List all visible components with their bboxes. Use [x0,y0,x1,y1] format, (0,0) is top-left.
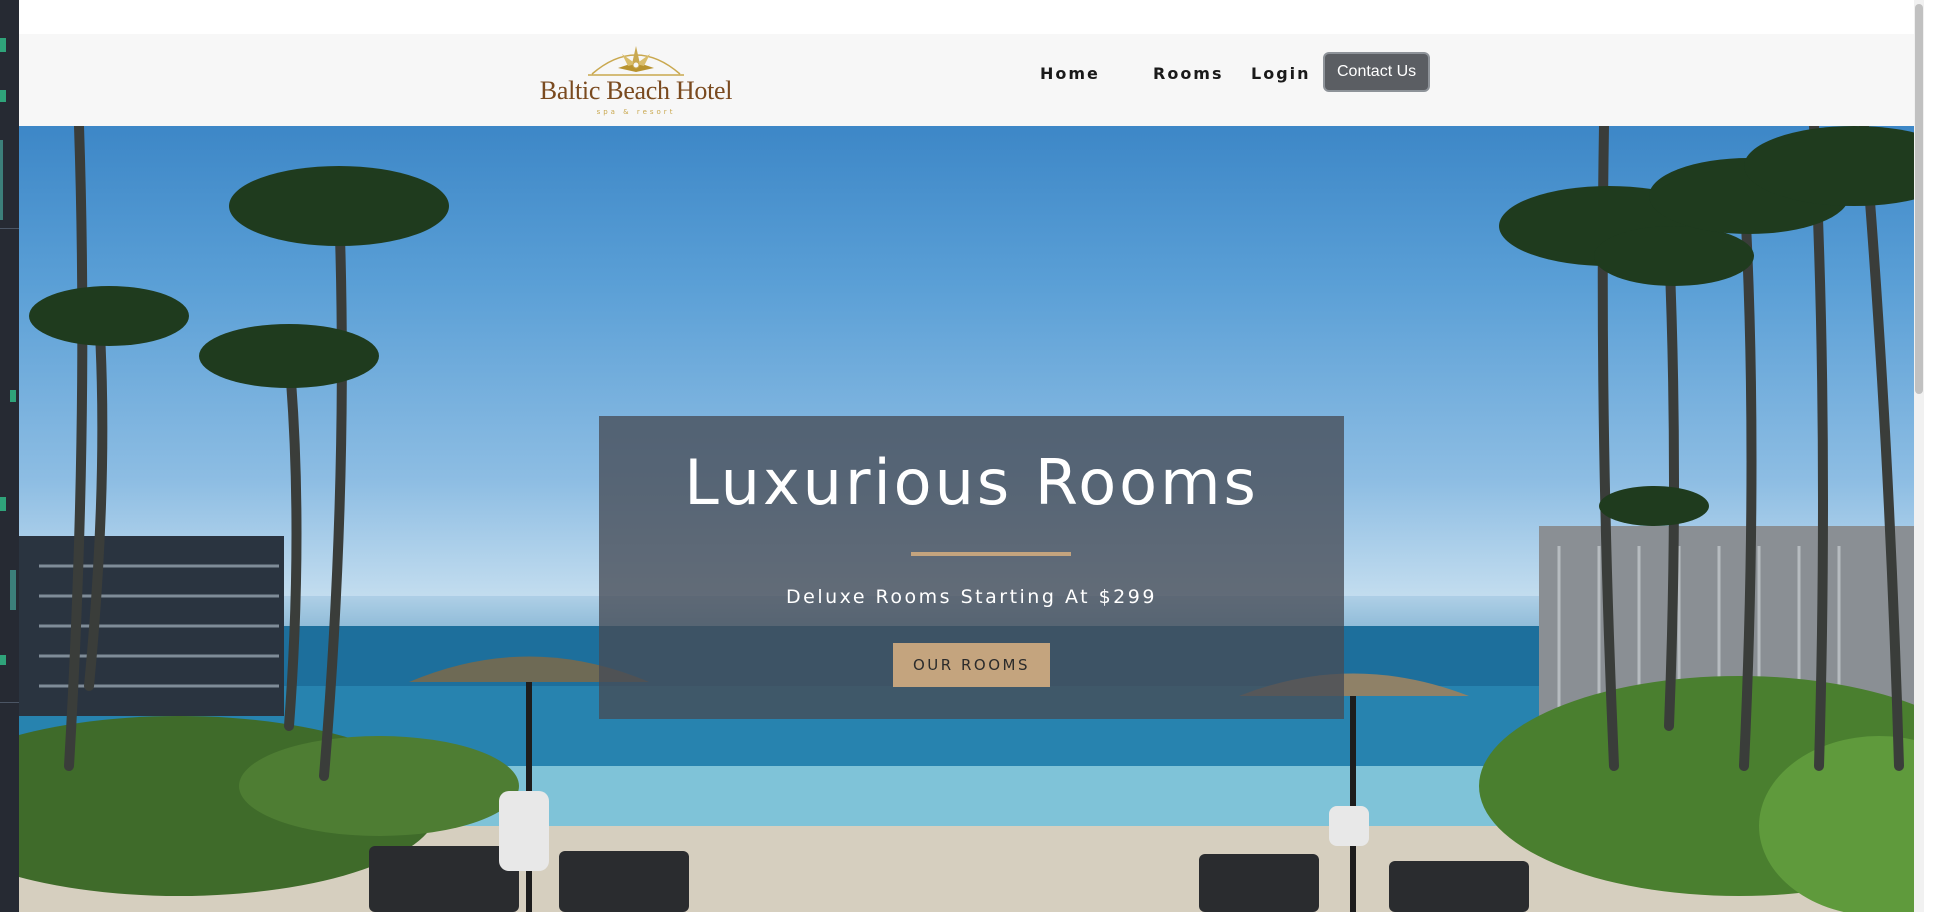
strip-marker [0,497,6,511]
hero-caption-box: Luxurious Rooms Deluxe Rooms Starting At… [599,416,1344,719]
hero-title: Luxurious Rooms [684,446,1259,519]
nav-login[interactable]: Login [1251,54,1311,94]
logo-tagline: spa & resort [596,108,676,116]
hero-divider [911,552,1071,556]
logo-wordmark: Baltic Beach Hotel [539,76,733,105]
strip-marker [10,570,16,610]
strip-marker [0,90,6,102]
strip-marker [0,140,3,220]
contact-us-button[interactable]: Contact Us [1325,54,1429,90]
site-header: Baltic Beach Hotel spa & resort Home Roo… [19,34,1924,126]
nav-home[interactable]: Home [1040,54,1100,94]
strip-marker [10,390,16,402]
our-rooms-button[interactable]: OUR ROOMS [893,643,1050,687]
compass-logo-icon [588,46,684,76]
strip-divider [0,702,19,703]
hero-section: Luxurious Rooms Deluxe Rooms Starting At… [19,126,1924,912]
scrollbar-thumb[interactable] [1915,4,1923,394]
strip-divider [0,228,19,229]
site-logo[interactable]: Baltic Beach Hotel spa & resort [531,42,761,122]
nav-rooms[interactable]: Rooms [1153,54,1224,94]
hero-subtitle: Deluxe Rooms Starting At $299 [786,586,1157,608]
page-scrollbar[interactable] [1914,0,1924,912]
strip-marker [0,38,6,52]
browser-page: Baltic Beach Hotel spa & resort Home Roo… [19,0,1924,912]
background-window-strip [0,0,19,912]
strip-marker [0,655,6,665]
